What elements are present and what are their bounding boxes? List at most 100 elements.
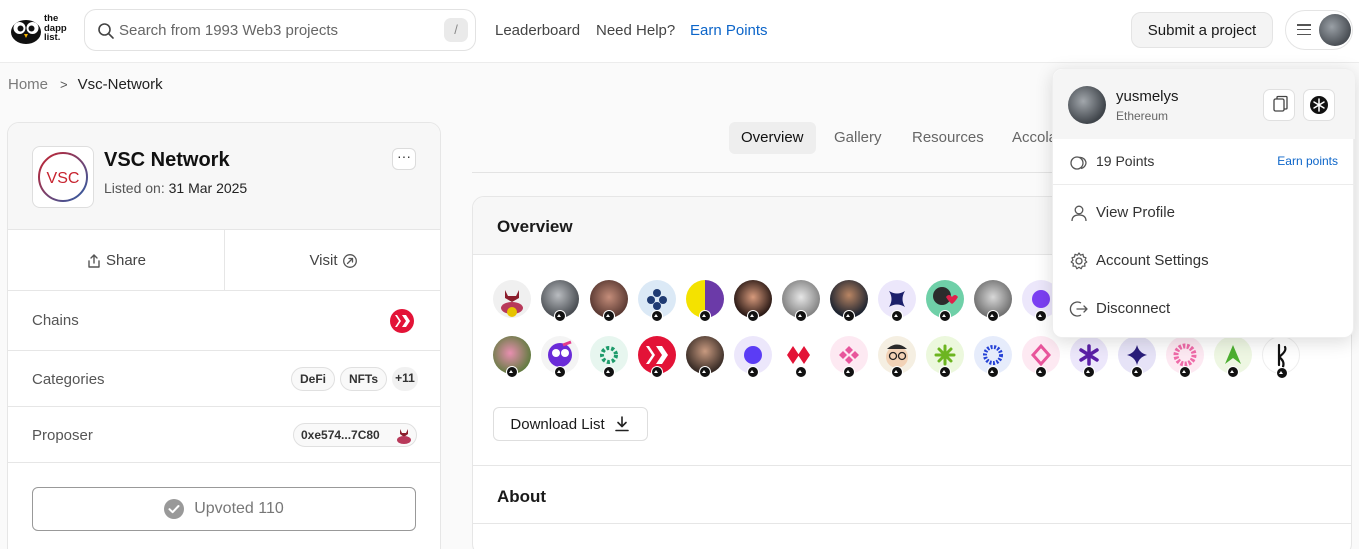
upvoter-avatar[interactable] <box>638 280 676 322</box>
upvoter-avatar[interactable] <box>493 336 531 378</box>
menu-item-view-profile[interactable]: View Profile <box>1053 190 1355 236</box>
upvoter-avatar[interactable] <box>926 336 964 378</box>
tab-overview[interactable]: Overview <box>729 122 816 154</box>
tab-resources[interactable]: Resources <box>900 122 996 154</box>
search-box[interactable]: / <box>84 9 476 51</box>
logo-text: VSC <box>47 170 80 187</box>
upvoter-avatar[interactable] <box>1262 336 1300 379</box>
menu-item-disconnect[interactable]: Disconnect <box>1053 286 1355 332</box>
submit-project-button[interactable]: Submit a project <box>1131 12 1273 48</box>
menu-item-account-settings[interactable]: Account Settings <box>1053 238 1355 284</box>
project-summary-card: VSC VSC Network Listed on: 31 Mar 2025 ·… <box>7 122 441 549</box>
chains-row: Chains <box>8 291 440 351</box>
nav-earn-points[interactable]: Earn Points <box>690 22 768 39</box>
upvoter-avatar[interactable] <box>493 280 531 318</box>
upvoter-avatar[interactable] <box>590 336 628 378</box>
copy-address-button[interactable] <box>1263 89 1295 121</box>
points-row: 19 Points Earn points <box>1053 139 1355 185</box>
upvoter-avatar[interactable] <box>878 280 916 322</box>
upvoter-avatar[interactable] <box>1214 336 1252 378</box>
share-label: Share <box>105 252 147 269</box>
upvote-badge-icon <box>1083 366 1095 378</box>
top-header: the dapp list. / Leaderboard Need Help? … <box>0 0 1359 63</box>
tab-gallery[interactable]: Gallery <box>822 122 894 154</box>
user-menu-button[interactable] <box>1285 10 1353 50</box>
categories-label: Categories <box>32 371 105 388</box>
upvoter-avatar[interactable] <box>974 280 1012 322</box>
upvote-badge-icon <box>747 310 759 322</box>
upvoter-avatar[interactable] <box>830 336 868 378</box>
listed-date: 31 Mar 2025 <box>168 180 248 196</box>
menu-item-label: View Profile <box>1096 204 1175 221</box>
owl-logo-icon <box>11 20 41 44</box>
proposer-address[interactable]: 0xe574...7C80 <box>293 423 417 447</box>
upvote-badge-icon <box>843 366 855 378</box>
logout-icon <box>1069 301 1088 317</box>
upvoter-avatar[interactable] <box>638 336 676 378</box>
upvoter-avatar[interactable] <box>974 336 1012 378</box>
divider <box>473 523 1351 524</box>
network-icon <box>1310 96 1328 114</box>
upvoter-avatar[interactable] <box>926 280 964 322</box>
upvote-badge-icon <box>1276 367 1288 379</box>
hive-chain-icon[interactable] <box>390 309 414 333</box>
avatar <box>1068 86 1106 124</box>
share-button[interactable]: Share <box>8 230 225 291</box>
upvoter-avatar[interactable] <box>590 280 628 322</box>
vsc-logo-icon: VSC <box>38 152 88 202</box>
breadcrumb-home[interactable]: Home <box>8 76 48 93</box>
upvote-badge-icon <box>554 366 566 378</box>
upvoter-avatar[interactable] <box>686 280 724 322</box>
dapplist-logo[interactable]: the dapp list. <box>10 13 72 47</box>
upvote-badge-icon <box>939 366 951 378</box>
upvoter-avatar[interactable] <box>1118 336 1156 378</box>
upvote-badge-icon <box>651 366 663 378</box>
about-title: About <box>497 487 547 506</box>
upvoter-avatar[interactable] <box>1166 336 1204 378</box>
upvote-badge-icon <box>699 366 711 378</box>
listed-on: Listed on: 31 Mar 2025 <box>104 180 247 196</box>
action-row: Share Visit <box>8 230 440 291</box>
breadcrumb: Home > Vsc-Network <box>8 76 163 93</box>
earn-points-link[interactable]: Earn points <box>1277 154 1338 168</box>
upvote-badge-icon <box>987 310 999 322</box>
upvoter-avatar[interactable] <box>782 336 820 378</box>
upvote-badge-icon <box>1227 366 1239 378</box>
proposer-row: Proposer 0xe574...7C80 <box>8 407 440 463</box>
upvote-badge-icon <box>891 366 903 378</box>
search-input[interactable] <box>119 11 439 49</box>
download-icon <box>614 416 629 432</box>
upvoter-avatar[interactable] <box>541 336 579 378</box>
search-icon <box>98 23 114 39</box>
upvote-badge-icon <box>747 366 759 378</box>
upvoter-avatar[interactable] <box>1022 336 1060 378</box>
upvoter-avatar[interactable] <box>830 280 868 322</box>
upvoter-avatar[interactable] <box>734 336 772 378</box>
upvote-badge-icon <box>554 310 566 322</box>
upvote-badge-icon <box>603 366 615 378</box>
visit-button[interactable]: Visit <box>225 230 440 291</box>
upvoter-avatar[interactable] <box>686 336 724 378</box>
logo-wordmark: the dapp list. <box>44 13 67 43</box>
category-pill[interactable]: DeFi <box>291 367 335 391</box>
upvoter-avatar[interactable] <box>1070 336 1108 378</box>
user-dropdown-menu: yusmelys Ethereum 19 Points Earn points <box>1052 68 1355 338</box>
upvoter-avatar[interactable] <box>541 280 579 322</box>
more-categories-pill[interactable]: +11 <box>392 367 418 391</box>
upvoter-avatar[interactable] <box>878 336 916 378</box>
dropdown-username: yusmelys <box>1116 88 1179 105</box>
download-list-button[interactable]: Download List <box>493 407 648 441</box>
nav-leaderboard[interactable]: Leaderboard <box>495 22 580 39</box>
more-options-button[interactable]: ··· <box>392 148 416 170</box>
chain-switch-button[interactable] <box>1303 89 1335 121</box>
upvoter-avatar[interactable] <box>734 280 772 322</box>
upvote-button[interactable]: Upvoted 110 <box>32 487 416 531</box>
upvote-badge-icon <box>603 310 615 322</box>
nav-need-help[interactable]: Need Help? <box>596 22 675 39</box>
proposer-address-text: 0xe574...7C80 <box>301 428 380 442</box>
dropdown-chain: Ethereum <box>1116 109 1169 123</box>
copy-icon <box>1273 95 1288 112</box>
upvoter-avatar[interactable] <box>782 280 820 322</box>
category-pill[interactable]: NFTs <box>340 367 387 391</box>
upvote-badge-icon <box>506 366 518 378</box>
